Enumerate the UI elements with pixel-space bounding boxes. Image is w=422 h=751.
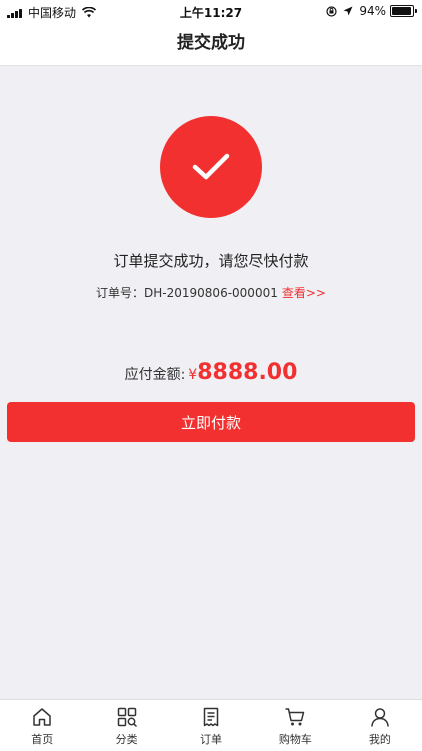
tab-label: 首页 <box>31 733 54 746</box>
page-title: 提交成功 <box>177 33 245 53</box>
tab-label: 我的 <box>368 733 391 746</box>
tab-profile[interactable]: 我的 <box>338 700 422 751</box>
success-message: 订单提交成功，请您尽快付款 <box>113 252 309 270</box>
pay-now-button[interactable]: 立即付款 <box>7 402 415 442</box>
tab-label: 购物车 <box>278 733 312 746</box>
tab-orders[interactable]: 订单 <box>169 700 253 751</box>
order-icon <box>203 707 219 727</box>
user-icon <box>371 708 389 727</box>
status-bar: 中国移动 上午11:27 94% <box>0 0 422 22</box>
currency-symbol: ¥ <box>188 367 198 383</box>
amount-due: 应付金额: ¥8888.00 <box>0 360 422 385</box>
order-number-label: 订单号： <box>96 286 145 300</box>
battery-icon <box>390 5 417 17</box>
tab-label: 订单 <box>200 733 223 746</box>
category-icon <box>117 707 137 728</box>
amount-value: 8888.00 <box>197 360 298 385</box>
tab-category[interactable]: 分类 <box>84 700 168 751</box>
orientation-lock-icon <box>326 5 337 17</box>
view-order-link[interactable]: 查看>> <box>282 286 326 300</box>
location-icon <box>343 6 353 16</box>
battery-percent: 94% <box>359 4 386 18</box>
tab-label: 分类 <box>115 733 138 746</box>
tab-cart[interactable]: 购物车 <box>253 700 337 751</box>
cart-icon <box>285 708 305 726</box>
status-right: 94% <box>320 4 417 18</box>
amount-label: 应付金额: <box>124 367 186 383</box>
tab-home[interactable]: 首页 <box>0 700 84 751</box>
order-number: DH-20190806-000001 <box>144 286 278 300</box>
tab-bar: 首页 分类 订单 购物车 我的 <box>0 699 422 751</box>
home-icon <box>33 708 51 726</box>
nav-bar: 提交成功 <box>0 22 422 66</box>
success-check-icon <box>160 116 262 218</box>
order-info: 订单号：DH-20190806-000001 查看>> <box>0 284 422 301</box>
battery-fill <box>392 7 411 15</box>
checkmark-icon <box>192 153 230 180</box>
